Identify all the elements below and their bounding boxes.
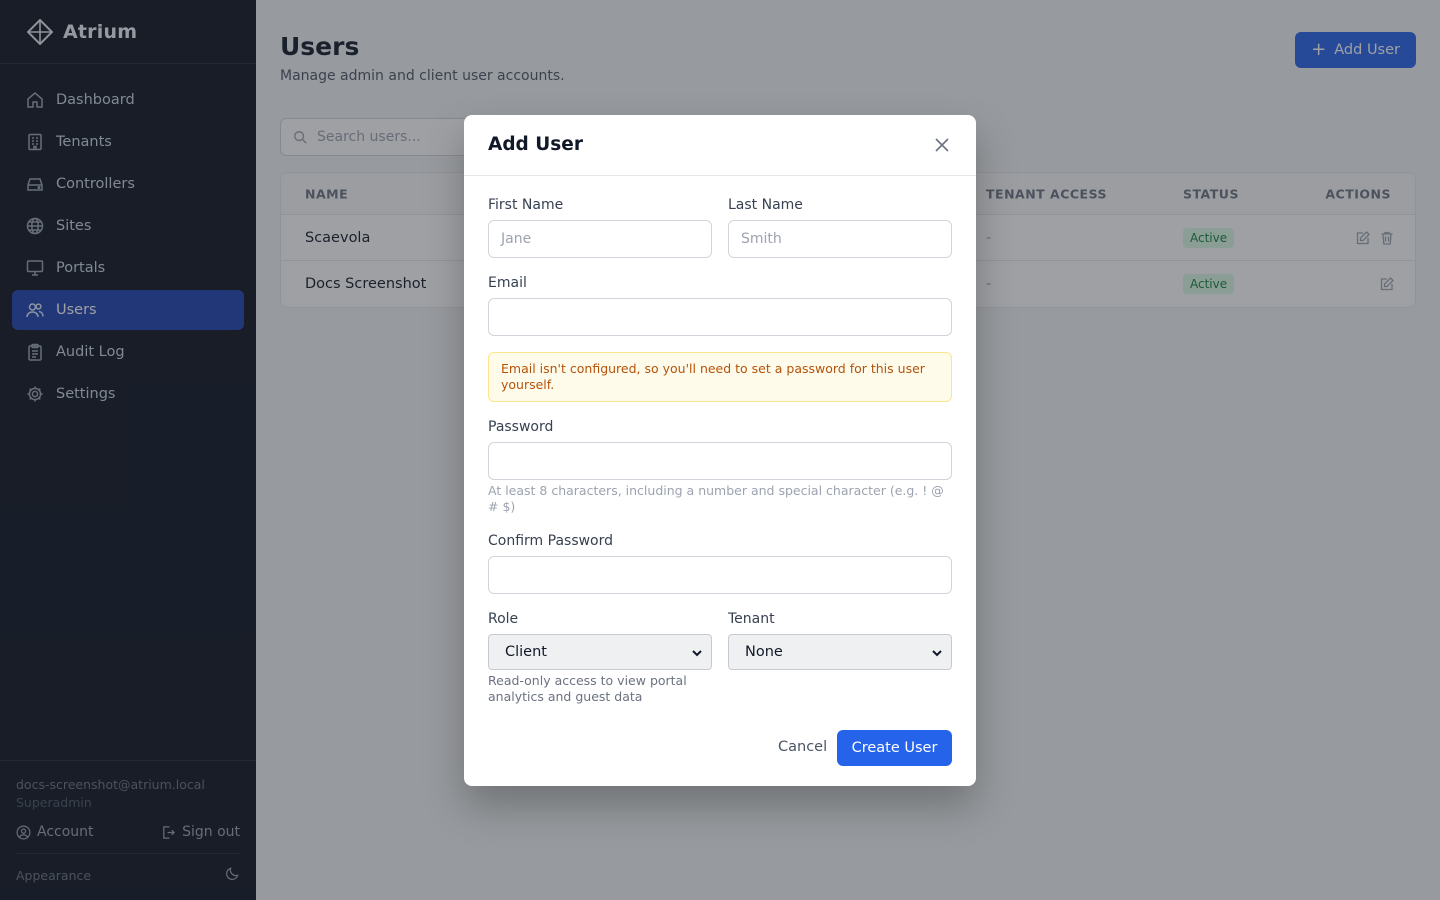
chevron-down-icon bbox=[692, 650, 702, 657]
role-selected-value: Client bbox=[505, 644, 547, 660]
add-user-dialog: Add User First Name Jane Last Name Smith… bbox=[464, 115, 976, 786]
role-select[interactable]: Client bbox=[488, 634, 712, 670]
dialog-header: Add User bbox=[464, 115, 976, 176]
dialog-title: Add User bbox=[488, 134, 583, 155]
confirm-password-field[interactable] bbox=[488, 556, 952, 594]
password-label: Password bbox=[488, 419, 554, 435]
last-name-label: Last Name bbox=[728, 197, 803, 213]
password-hint: At least 8 characters, including a numbe… bbox=[488, 483, 944, 514]
tenant-select[interactable]: None bbox=[728, 634, 952, 670]
email-label: Email bbox=[488, 275, 527, 291]
tenant-selected-value: None bbox=[745, 644, 783, 660]
last-name-input[interactable]: Smith bbox=[728, 220, 952, 258]
cancel-button[interactable]: Cancel bbox=[778, 739, 827, 755]
first-name-label: First Name bbox=[488, 197, 564, 213]
password-field[interactable] bbox=[488, 442, 952, 480]
role-hint: Read-only access to view portal analytic… bbox=[488, 673, 687, 704]
confirm-password-label: Confirm Password bbox=[488, 533, 614, 549]
chevron-down-icon bbox=[932, 650, 942, 657]
tenant-label: Tenant bbox=[728, 611, 775, 627]
email-field[interactable] bbox=[488, 298, 952, 336]
create-user-button[interactable]: Create User bbox=[837, 730, 952, 766]
email-not-configured-notice: Email isn't configured, so you'll need t… bbox=[488, 352, 952, 402]
first-name-placeholder: Jane bbox=[501, 231, 532, 247]
first-name-input[interactable]: Jane bbox=[488, 220, 712, 258]
last-name-placeholder: Smith bbox=[741, 231, 782, 247]
role-label: Role bbox=[488, 611, 519, 627]
close-icon[interactable] bbox=[934, 137, 950, 153]
